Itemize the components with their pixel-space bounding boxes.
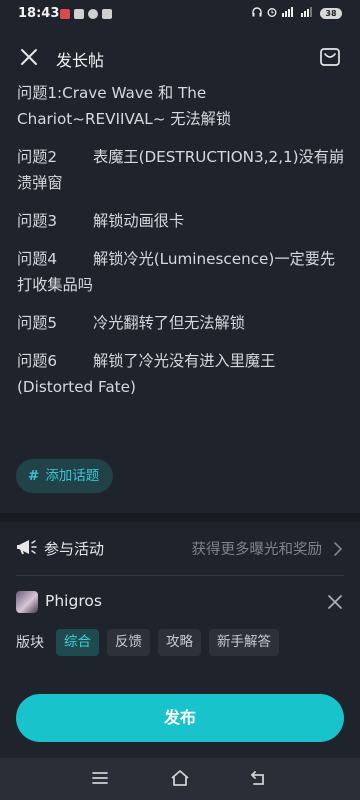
question-text: 冷光翻转了但无法解锁 xyxy=(93,314,245,332)
app-notification-icon xyxy=(74,9,84,19)
question-paragraph: 问题4 解锁冷光(Luminescence)一定要先打收集品吗 xyxy=(17,246,347,298)
system-nav-bar xyxy=(0,758,360,800)
status-bar: 18:43 38 xyxy=(0,0,360,28)
app-notification-icon xyxy=(60,9,70,19)
signal-icon xyxy=(301,7,315,20)
question-label: 问题1: xyxy=(17,84,63,102)
app-notification-icon xyxy=(102,9,112,19)
alarm-icon xyxy=(267,7,277,20)
section-label: 版块 xyxy=(16,635,44,651)
question-label: 问题3 xyxy=(17,212,58,230)
close-icon xyxy=(328,595,342,609)
game-selector-row[interactable]: Phigros xyxy=(0,586,360,618)
question-paragraph: 问题6 解锁了冷光没有进入里魔王(Distorted Fate) xyxy=(17,348,347,400)
section-tag-guide[interactable]: 攻略 xyxy=(158,628,201,656)
question-label: 问题2 xyxy=(17,148,58,166)
drafts-button[interactable] xyxy=(319,46,341,68)
question-text: 解锁动画很卡 xyxy=(93,212,185,230)
join-activity-row[interactable]: 参与活动 获得更多曝光和奖励 xyxy=(0,528,360,568)
question-paragraph: 问题1:Crave Wave 和 The Chariot~REVIIVAL~ 无… xyxy=(17,80,347,132)
section-tag-feedback[interactable]: 反馈 xyxy=(107,628,150,656)
add-topic-label: 添加话题 xyxy=(45,468,100,484)
signal-icon xyxy=(282,7,296,20)
activity-hint: 获得更多曝光和奖励 xyxy=(191,542,323,558)
megaphone-icon xyxy=(16,537,38,557)
game-avatar xyxy=(16,591,38,613)
question-paragraph: 问题2 表魔王(DESTRUCTION3,2,1)没有崩溃弹窗 xyxy=(17,144,347,196)
notification-icons xyxy=(60,9,112,19)
app-notification-icon xyxy=(88,9,98,19)
close-button[interactable] xyxy=(18,46,40,68)
row-divider xyxy=(16,575,344,576)
headphone-icon xyxy=(252,7,262,20)
post-body-editor[interactable]: 问题1:Crave Wave 和 The Chariot~REVIIVAL~ 无… xyxy=(17,80,347,412)
home-icon xyxy=(171,770,189,786)
question-label: 问题4 xyxy=(17,250,58,268)
menu-icon xyxy=(92,772,108,784)
section-selector: 版块 综合 反馈 攻略 新手解答 xyxy=(16,628,279,656)
activity-label: 参与活动 xyxy=(44,540,105,558)
page-title: 发长帖 xyxy=(56,51,105,70)
status-time: 18:43 xyxy=(18,6,60,21)
battery-icon: 38 xyxy=(320,8,342,19)
section-divider xyxy=(0,513,360,522)
question-paragraph: 问题3 解锁动画很卡 xyxy=(17,208,347,234)
menu-nav-button[interactable] xyxy=(90,768,112,788)
system-indicators: 38 xyxy=(252,7,342,20)
chevron-right-icon xyxy=(334,541,343,560)
question-paragraph: 问题5 冷光翻转了但无法解锁 xyxy=(17,310,347,336)
question-label: 问题6 xyxy=(17,352,58,370)
section-tag-newbie[interactable]: 新手解答 xyxy=(209,628,279,656)
drafts-box-icon xyxy=(320,48,340,66)
publish-button[interactable]: 发布 xyxy=(16,694,344,742)
hashtag-icon: # xyxy=(28,468,40,484)
add-topic-button[interactable]: # 添加话题 xyxy=(16,459,114,493)
back-nav-button[interactable] xyxy=(249,768,271,788)
back-icon xyxy=(250,771,264,785)
remove-game-button[interactable] xyxy=(328,594,342,609)
top-bar: 发长帖 xyxy=(0,38,360,78)
close-icon xyxy=(21,49,37,65)
question-label: 问题5 xyxy=(17,314,58,332)
home-nav-button[interactable] xyxy=(169,768,191,788)
section-tag-general[interactable]: 综合 xyxy=(56,628,99,656)
game-name: Phigros xyxy=(45,592,102,610)
